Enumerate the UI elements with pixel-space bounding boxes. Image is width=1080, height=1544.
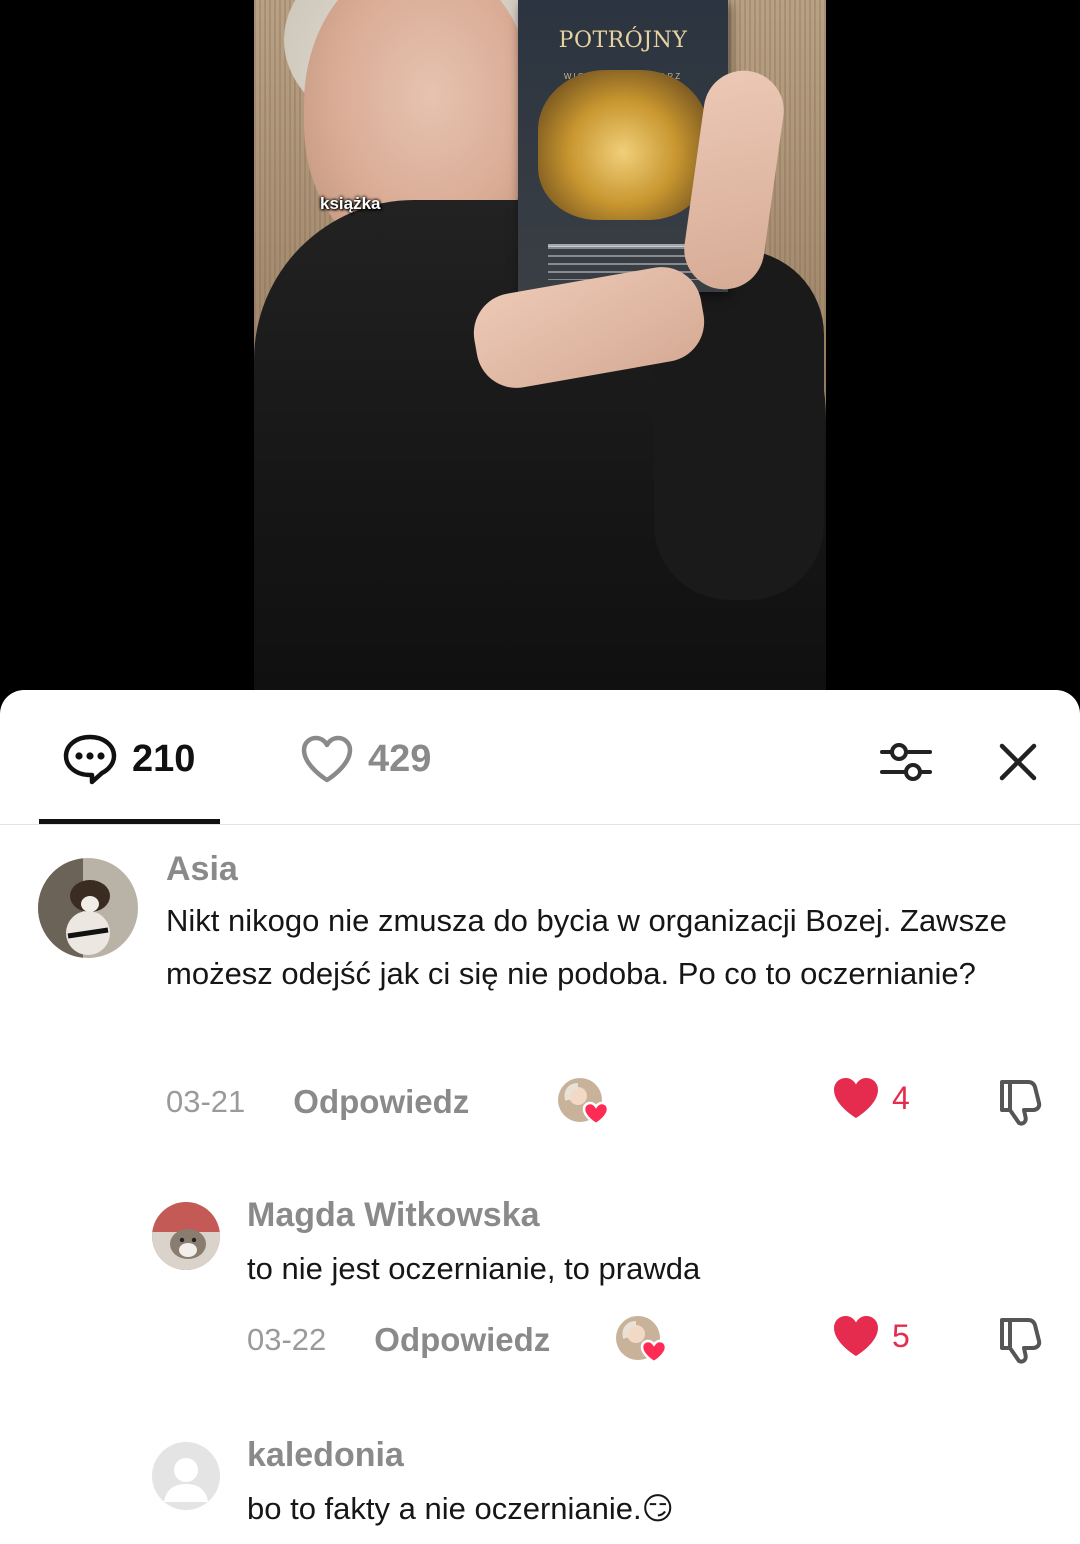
reply-button[interactable]: Odpowiedz [293,1083,469,1121]
like-button[interactable]: 4 [832,1076,910,1120]
comment-text: Nikt nikogo nie zmusza do bycia w organi… [166,903,1007,991]
avatar[interactable] [152,1202,220,1270]
active-tab-indicator [39,819,220,824]
dislike-button[interactable] [994,1076,1044,1131]
avatar-image [152,1202,220,1270]
like-count: 4 [892,1079,910,1116]
video-player[interactable]: POTRÓJNY WIOLETA PRZYSTARZ książka [0,0,1080,700]
comment-icon [63,734,117,785]
comment-meta: 03-21 Odpowiedz [166,1076,469,1128]
filter-icon [880,743,932,781]
heart-filled-icon [834,1078,878,1118]
comment-item: Asia Nikt nikogo nie zmusza do bycia w o… [0,840,1080,1130]
comment-username[interactable]: Magda Witkowska [247,1196,540,1235]
sheet-header: 210 429 [0,690,1080,825]
comment-text: to nie jest oczernianie, to prawda [247,1251,701,1286]
comments-count: 210 [132,737,196,780]
tab-comments[interactable]: 210 [62,724,195,794]
like-count: 5 [892,1317,910,1354]
comment-date: 03-21 [166,1084,246,1119]
dislike-icon [1000,1080,1042,1126]
reply-item: Magda Witkowska to nie jest oczernianie,… [0,1188,1080,1378]
creator-liked-icon [614,1314,670,1366]
avatar-image [38,858,138,958]
like-button[interactable]: 5 [832,1314,910,1358]
close-button[interactable] [986,730,1050,794]
creator-liked-icon [556,1076,612,1128]
book-title: POTRÓJNY [558,28,688,53]
filter-button[interactable] [874,730,938,794]
video-caption: książka [320,194,381,213]
close-icon [999,743,1037,781]
comment-date: 03-22 [247,1322,327,1357]
heart-filled-icon [834,1316,878,1356]
tab-likes[interactable]: 429 [300,724,431,794]
video-frame[interactable]: POTRÓJNY WIOLETA PRZYSTARZ książka [254,0,826,690]
avatar[interactable] [38,858,138,958]
dislike-button[interactable] [994,1314,1044,1369]
heart-icon [301,735,353,783]
default-avatar-icon[interactable] [152,1442,220,1510]
dislike-icon [1000,1318,1042,1364]
comment-text: bo to fakty a nie oczernianie.😏 [247,1491,674,1526]
comment-username[interactable]: Asia [166,850,238,889]
reply-button[interactable]: Odpowiedz [374,1321,550,1359]
comments-sheet: 210 429 Asia Nikt nikogo nie zmusza do b… [0,690,1080,1544]
comment-username[interactable]: kaledonia [247,1436,404,1475]
comment-meta: 03-22 Odpowiedz [247,1314,550,1366]
book-art [538,70,708,220]
likes-count: 429 [368,737,432,780]
reply-item: kaledonia bo to fakty a nie oczernianie.… [0,1428,1080,1544]
